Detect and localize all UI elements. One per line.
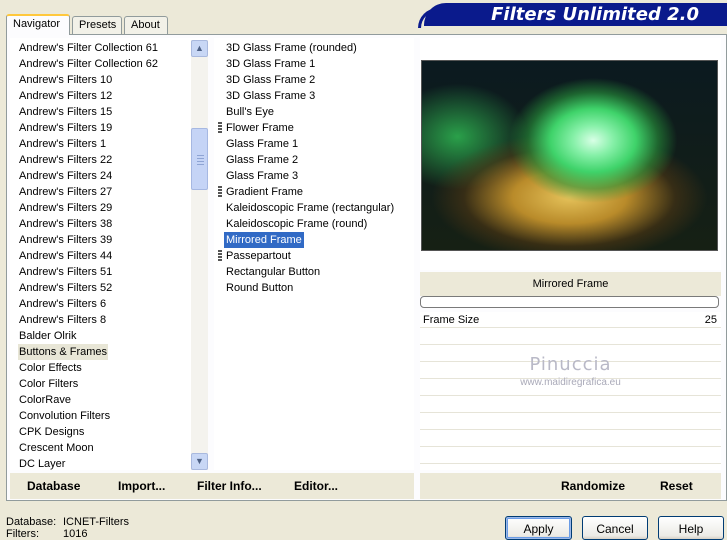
submenu-marker-icon — [218, 250, 222, 262]
category-item[interactable]: Andrew's Filter Collection 61 — [18, 40, 159, 56]
category-item[interactable]: Convolution Filters — [18, 408, 111, 424]
tab-about[interactable]: About — [124, 16, 168, 34]
filter-item[interactable]: 3D Glass Frame (rounded) — [224, 40, 359, 56]
watermark-name: Pinuccia — [529, 354, 612, 375]
app-banner-title: Filters Unlimited 2.0 — [424, 3, 727, 26]
filter-item[interactable]: Round Button — [224, 280, 295, 296]
filter-item[interactable]: Bull's Eye — [224, 104, 276, 120]
status-database-value: ICNET-Filters — [63, 516, 129, 528]
import-button[interactable]: Import... — [118, 479, 165, 493]
category-item[interactable]: Andrew's Filters 38 — [18, 216, 113, 232]
tab-presets[interactable]: Presets — [72, 16, 122, 34]
parameter-row[interactable]: Frame Size 25 — [420, 312, 721, 328]
category-item[interactable]: Andrew's Filters 19 — [18, 120, 113, 136]
filter-item[interactable]: Passepartout — [224, 248, 293, 264]
category-item[interactable]: Andrew's Filters 44 — [18, 248, 113, 264]
filter-item[interactable]: 3D Glass Frame 2 — [224, 72, 317, 88]
category-item[interactable]: Andrew's Filters 29 — [18, 200, 113, 216]
category-item[interactable]: Andrew's Filters 24 — [18, 168, 113, 184]
help-button[interactable]: Help — [658, 516, 724, 540]
filter-item[interactable]: Rectangular Button — [224, 264, 322, 280]
apply-button[interactable]: Apply — [505, 516, 572, 540]
category-item[interactable]: Andrew's Filter Collection 62 — [18, 56, 159, 72]
category-item[interactable]: Andrew's Filters 1 — [18, 136, 107, 152]
cancel-button[interactable]: Cancel — [582, 516, 648, 540]
category-item[interactable]: DC Layer — [18, 456, 66, 470]
grip-line — [197, 155, 204, 156]
parameter-value: 25 — [704, 314, 717, 326]
preview-image — [421, 60, 718, 251]
tab-presets-label: Presets — [79, 19, 117, 31]
status-database-key: Database: — [6, 516, 57, 528]
filter-list[interactable]: 3D Glass Frame (rounded) 3D Glass Frame 1… — [214, 38, 414, 470]
parameter-row — [420, 329, 721, 345]
status-info: Database: ICNET-Filters Filters: 1016 — [6, 516, 129, 540]
filter-info-button[interactable]: Filter Info... — [197, 479, 262, 493]
scroll-thumb[interactable] — [191, 128, 208, 190]
tab-navigator-label: Navigator — [13, 18, 61, 30]
filter-item[interactable]: Kaleidoscopic Frame (rectangular) — [224, 200, 396, 216]
randomize-button[interactable]: Randomize — [561, 479, 625, 493]
parameter-row — [420, 397, 721, 413]
left-toolbar: Database Import... Filter Info... Editor… — [10, 473, 414, 499]
progress-bar — [420, 296, 719, 308]
category-item[interactable]: CPK Designs — [18, 424, 85, 440]
category-item[interactable]: Andrew's Filters 15 — [18, 104, 113, 120]
category-item[interactable]: Color Filters — [18, 376, 79, 392]
submenu-marker-icon — [218, 186, 222, 198]
category-item[interactable]: Andrew's Filters 39 — [18, 232, 113, 248]
filter-item[interactable]: 3D Glass Frame 3 — [224, 88, 317, 104]
category-item[interactable]: Color Effects — [18, 360, 83, 376]
scroll-down-button[interactable]: ▼ — [191, 453, 208, 470]
tab-about-label: About — [131, 19, 160, 31]
category-item[interactable]: Andrew's Filters 51 — [18, 264, 113, 280]
status-filters-key: Filters: — [6, 528, 39, 540]
parameter-row — [420, 448, 721, 464]
tab-navigator[interactable]: Navigator — [6, 14, 70, 35]
category-item[interactable]: Andrew's Filters 12 — [18, 88, 113, 104]
category-item[interactable]: ColorRave — [18, 392, 72, 408]
watermark-site: www.maidiregrafica.eu — [520, 377, 621, 388]
parameter-row — [420, 414, 721, 430]
category-item[interactable]: Andrew's Filters 22 — [18, 152, 113, 168]
category-item[interactable]: Crescent Moon — [18, 440, 95, 456]
category-item[interactable]: Balder Olrik — [18, 328, 77, 344]
parameter-row — [420, 431, 721, 447]
filter-item[interactable]: Glass Frame 1 — [224, 136, 300, 152]
scroll-up-button[interactable]: ▲ — [191, 40, 208, 57]
chevron-down-icon: ▼ — [195, 456, 204, 466]
grip-line — [197, 164, 204, 165]
preview-filter-name: Mirrored Frame — [532, 278, 609, 290]
filter-item[interactable]: Glass Frame 2 — [224, 152, 300, 168]
category-item[interactable]: Andrew's Filters 8 — [18, 312, 107, 328]
grip-line — [197, 161, 204, 162]
filter-item[interactable]: Kaleidoscopic Frame (round) — [224, 216, 369, 232]
filter-item[interactable]: Glass Frame 3 — [224, 168, 300, 184]
database-button[interactable]: Database — [27, 479, 80, 493]
parameter-label: Frame Size — [423, 314, 480, 326]
category-item[interactable]: Andrew's Filters 6 — [18, 296, 107, 312]
filter-item[interactable]: Gradient Frame — [224, 184, 305, 200]
chevron-up-icon: ▲ — [195, 43, 204, 53]
right-toolbar: Randomize Reset — [420, 473, 721, 499]
category-item[interactable]: Andrew's Filters 10 — [18, 72, 113, 88]
category-item[interactable]: Andrew's Filters 27 — [18, 184, 113, 200]
category-scrollbar[interactable]: ▲ ▼ — [191, 40, 208, 470]
editor-button[interactable]: Editor... — [294, 479, 338, 493]
category-item[interactable]: Buttons & Frames — [18, 344, 109, 360]
filter-item[interactable]: 3D Glass Frame 1 — [224, 56, 317, 72]
filter-item[interactable]: Mirrored Frame — [224, 232, 304, 248]
category-item[interactable]: Andrew's Filters 52 — [18, 280, 113, 296]
filter-item[interactable]: Flower Frame — [224, 120, 296, 136]
parameter-grid: Frame Size 25 — [420, 312, 721, 470]
reset-button[interactable]: Reset — [660, 479, 693, 493]
status-filters-value: 1016 — [63, 528, 88, 540]
submenu-marker-icon — [218, 122, 222, 134]
category-list[interactable]: Andrew's Filter Collection 61 Andrew's Fi… — [10, 38, 208, 470]
grip-line — [197, 158, 204, 159]
